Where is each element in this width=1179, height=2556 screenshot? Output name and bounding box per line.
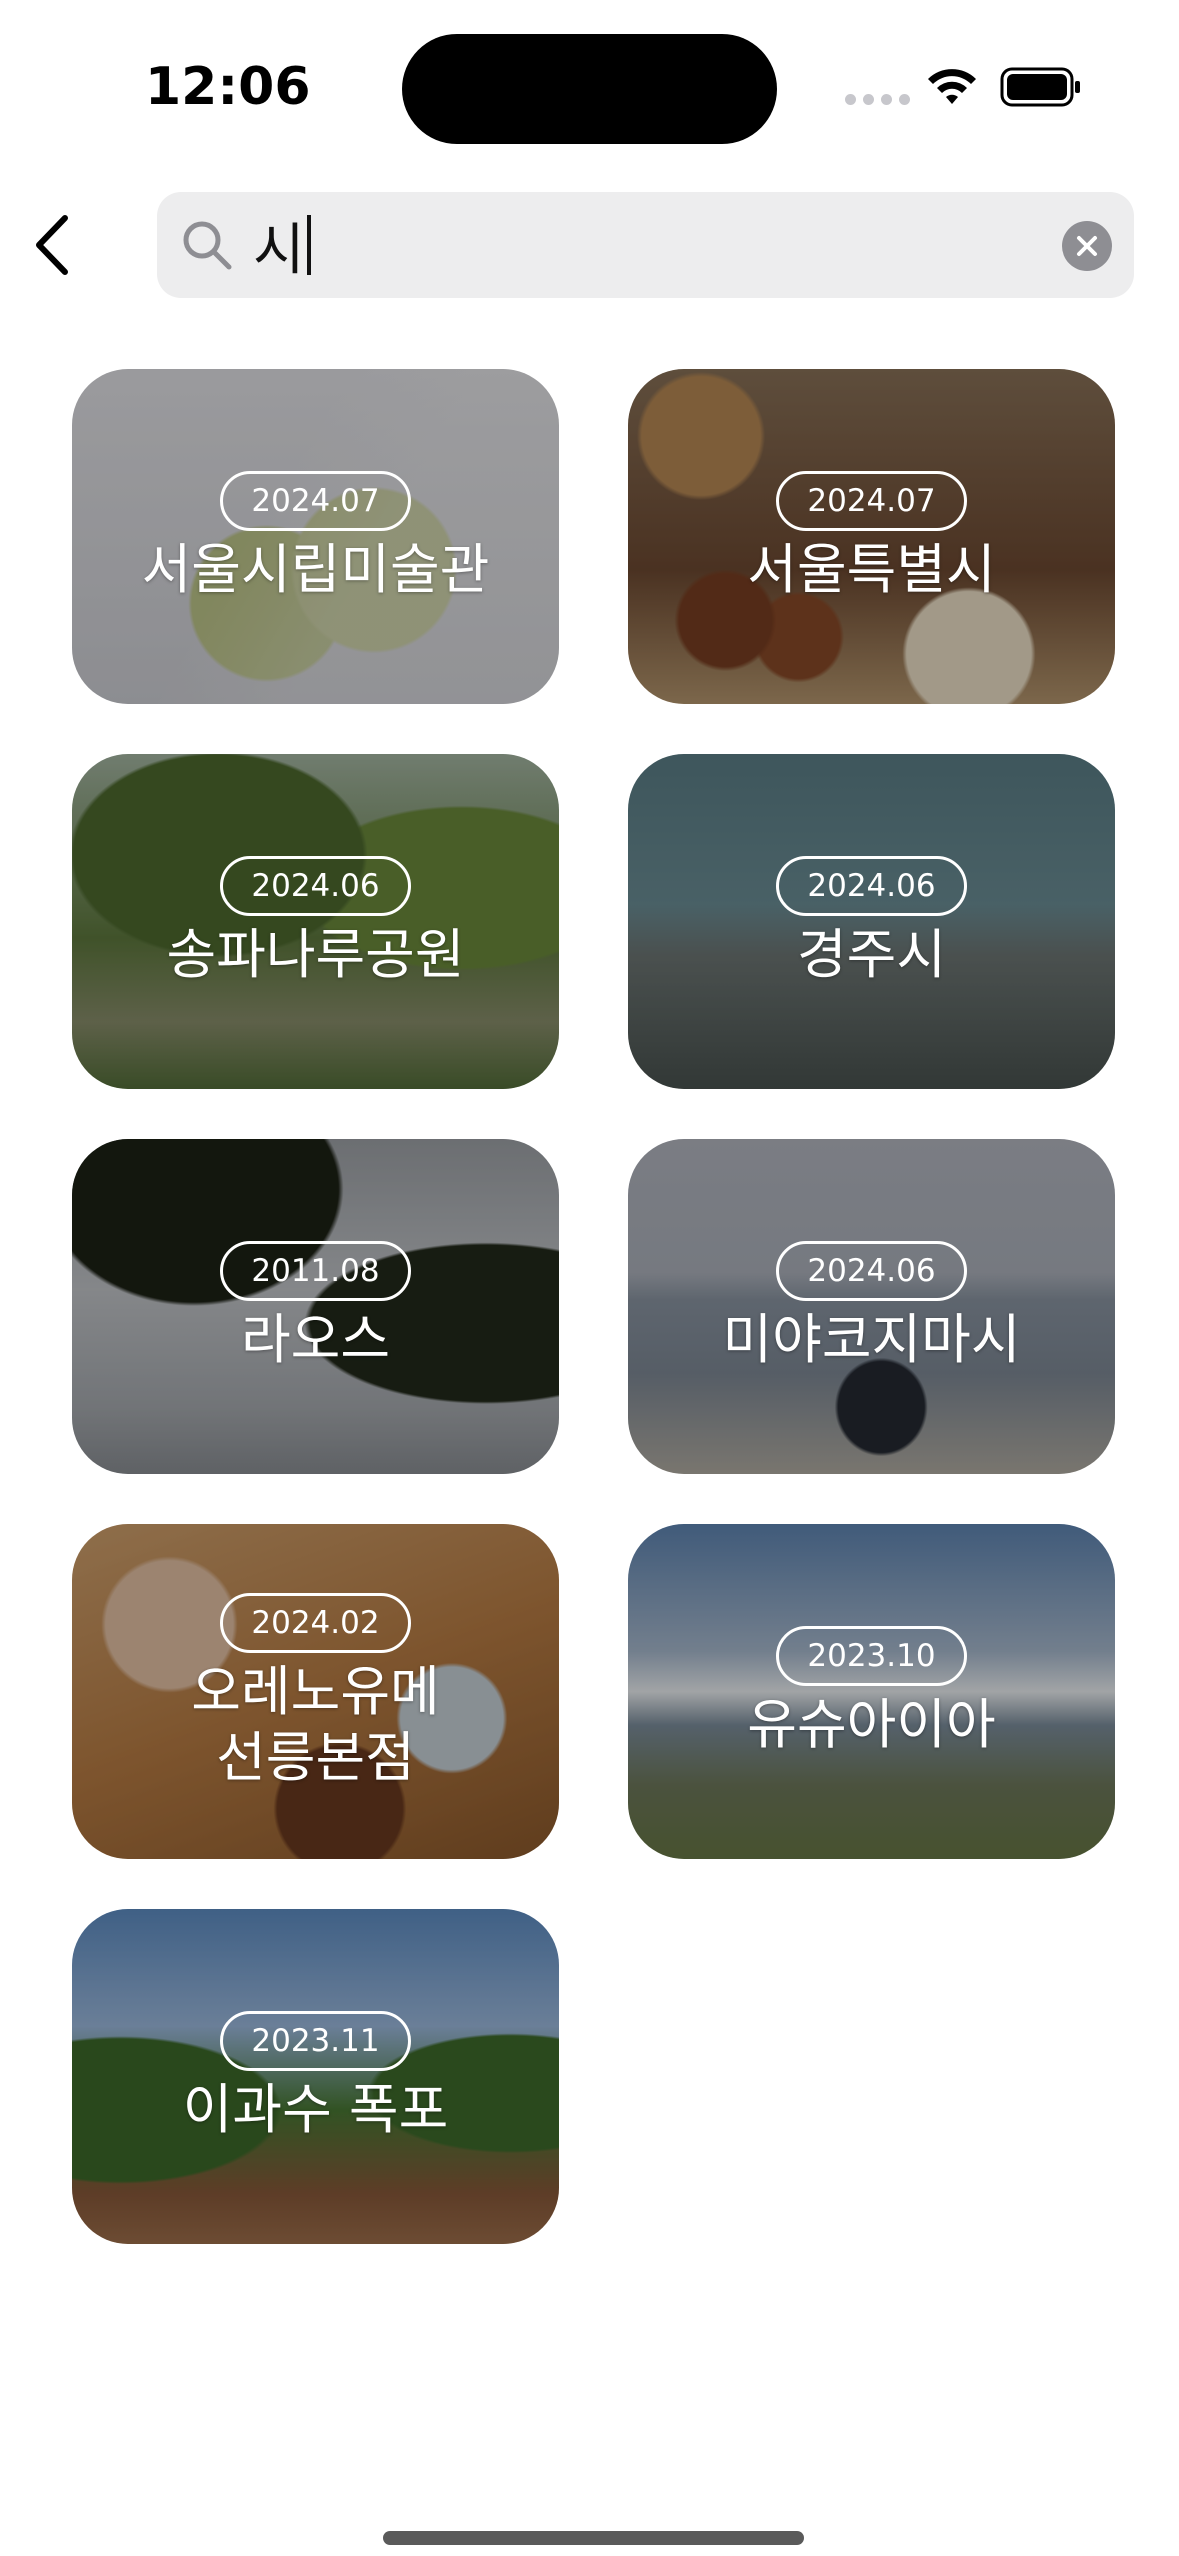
chevron-left-icon (36, 215, 68, 275)
result-card[interactable]: 2023.11 이과수 폭포 (72, 1909, 559, 2244)
date-badge: 2024.07 (220, 470, 411, 531)
close-icon (1077, 236, 1097, 256)
place-title: 라오스 (240, 1307, 391, 1371)
search-field[interactable]: 시 (157, 192, 1134, 298)
place-title: 미야코지마시 (722, 1307, 1021, 1371)
result-card[interactable]: 2011.08 라오스 (72, 1139, 559, 1474)
result-card[interactable]: 2024.02 오레노유메 선릉본점 (72, 1524, 559, 1859)
date-badge: 2023.11 (220, 2010, 411, 2071)
home-indicator[interactable] (383, 2531, 804, 2545)
wifi-icon (928, 69, 976, 104)
place-title: 송파나루공원 (166, 922, 465, 986)
result-card[interactable]: 2024.06 미야코지마시 (628, 1139, 1115, 1474)
result-card[interactable]: 2024.06 송파나루공원 (72, 754, 559, 1089)
result-card[interactable]: 2024.07 서울시립미술관 (72, 369, 559, 704)
search-query-text: 시 (253, 217, 305, 283)
place-title: 서울특별시 (747, 537, 996, 601)
search-results-screen: 12:06 시 2024.07 서울시립미술관 2024.07 서울특별시 20… (0, 0, 1179, 2556)
search-icon (183, 221, 232, 270)
place-title: 경주시 (796, 922, 947, 986)
back-button[interactable] (16, 205, 86, 285)
status-time: 12:06 (145, 57, 311, 117)
place-title: 서울시립미술관 (141, 537, 490, 601)
date-badge: 2024.02 (220, 1592, 411, 1653)
clear-search-button[interactable] (1062, 221, 1112, 271)
result-card[interactable]: 2024.07 서울특별시 (628, 369, 1115, 704)
date-badge: 2011.08 (220, 1240, 411, 1301)
place-title: 오레노유메 선릉본점 (191, 1659, 440, 1789)
date-badge: 2024.06 (776, 855, 967, 916)
date-badge: 2024.06 (220, 855, 411, 916)
result-card[interactable]: 2024.06 경주시 (628, 754, 1115, 1089)
result-card[interactable]: 2023.10 유슈아이아 (628, 1524, 1115, 1859)
date-badge: 2023.10 (776, 1625, 967, 1686)
date-badge: 2024.06 (776, 1240, 967, 1301)
search-input[interactable]: 시 (253, 210, 311, 283)
date-badge: 2024.07 (776, 470, 967, 531)
place-title: 유슈아이아 (747, 1692, 996, 1756)
cellular-signal-icon (845, 94, 910, 105)
battery-icon (1000, 67, 1080, 107)
place-title: 이과수 폭포 (182, 2077, 449, 2141)
text-caret (306, 215, 311, 275)
dynamic-island (402, 34, 777, 144)
